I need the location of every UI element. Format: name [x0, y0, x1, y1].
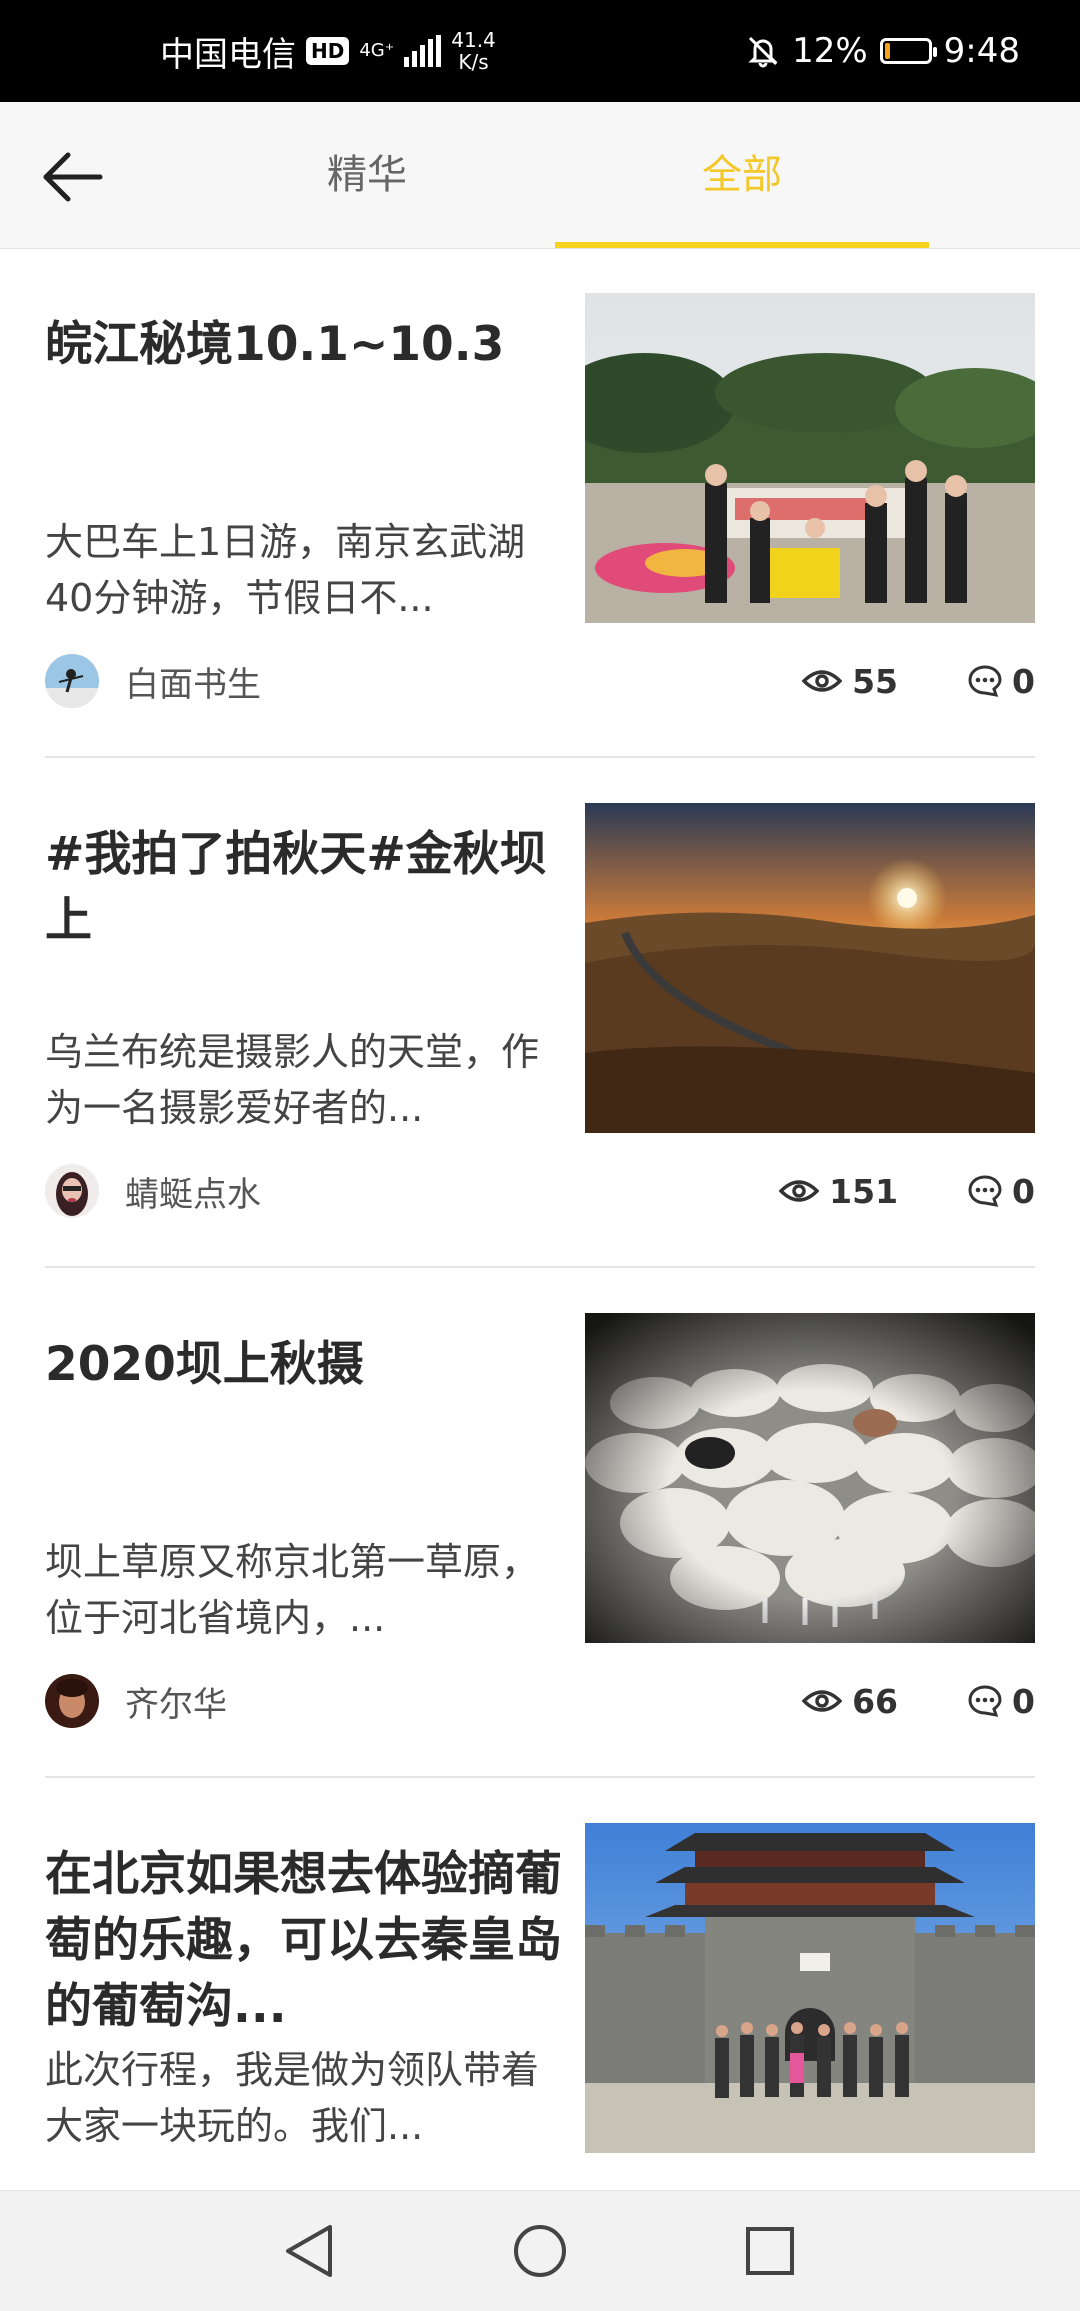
- eye-icon: [802, 670, 843, 692]
- author-row[interactable]: 齐尔华: [45, 1673, 227, 1729]
- post-thumbnail: [585, 803, 1035, 1133]
- post-thumbnail: [585, 293, 1035, 623]
- nav-recents-button[interactable]: [732, 2213, 808, 2289]
- comment-count: 0: [968, 662, 1035, 701]
- battery-icon: [879, 38, 937, 64]
- speed-value: 41.4: [451, 28, 496, 52]
- tab-all[interactable]: 全部: [555, 102, 929, 248]
- tab-featured[interactable]: 精华: [180, 102, 554, 248]
- comment-icon: [968, 1175, 1002, 1207]
- mute-bell-icon: [748, 36, 778, 68]
- status-bar: 中国电信 HD 4G⁺ 41.4 K/s 12% 9:48: [0, 0, 1080, 102]
- post-thumbnail: [585, 1823, 1035, 2153]
- author-name: 齐尔华: [125, 1684, 227, 1725]
- post-card[interactable]: 皖江秘境10.1~10.3 大巴车上1日游，南京玄武湖40分钟游，节假日不...: [45, 248, 1035, 758]
- author-row[interactable]: 白面书生: [45, 653, 261, 709]
- nav-back-button[interactable]: [272, 2213, 348, 2289]
- view-count: 151: [779, 1172, 898, 1211]
- status-left: 中国电信 HD 4G⁺ 41.4 K/s: [160, 0, 496, 102]
- post-card[interactable]: #我拍了拍秋天#金秋坝上 乌兰布统是摄影人的天堂，作为一名摄影爱好者的... 蜻…: [45, 758, 1035, 1268]
- author-row[interactable]: 蜻蜓点水: [45, 1163, 261, 1219]
- battery-percent: 12%: [792, 31, 868, 71]
- avatar[interactable]: [45, 654, 99, 708]
- avatar[interactable]: [45, 1674, 99, 1728]
- post-thumbnail: [585, 1313, 1035, 1643]
- back-arrow-icon: [43, 152, 103, 202]
- comment-count-value: 0: [1012, 1171, 1035, 1211]
- post-summary: 坝上草原又称京北第一草原，位于河北省境内，...: [45, 1540, 540, 1640]
- comment-count: 0: [968, 1682, 1035, 1721]
- post-stats: 55 0: [802, 653, 1035, 709]
- post-title: 皖江秘境10.1~10.3: [45, 317, 505, 372]
- view-count-value: 55: [852, 661, 899, 701]
- network-type: 4G⁺: [359, 40, 395, 61]
- nav-home-button[interactable]: [502, 2213, 578, 2289]
- post-title: 2020坝上秋摄: [45, 1337, 364, 1392]
- top-header: 精华 全部: [0, 102, 1080, 249]
- post-card[interactable]: 在北京如果想去体验摘葡萄的乐趣，可以去秦皇岛的葡萄沟... 此次行程，我是做为领…: [45, 1778, 1035, 2190]
- post-summary: 大巴车上1日游，南京玄武湖40分钟游，节假日不...: [45, 520, 526, 620]
- network-speed: 41.4 K/s: [451, 29, 496, 73]
- eye-icon: [779, 1180, 820, 1202]
- system-nav-bar: [0, 2190, 1080, 2311]
- post-title: #我拍了拍秋天#金秋坝上: [45, 827, 547, 948]
- avatar[interactable]: [45, 1164, 99, 1218]
- comment-count-value: 0: [1012, 661, 1035, 701]
- signal-icon: [404, 35, 442, 67]
- clock: 9:48: [943, 31, 1020, 71]
- hd-badge: HD: [306, 37, 350, 65]
- carrier-name: 中国电信: [160, 34, 296, 75]
- status-right: 12% 9:48: [746, 0, 1020, 102]
- post-title: 在北京如果想去体验摘葡萄的乐趣，可以去秦皇岛的葡萄沟...: [45, 1847, 562, 2034]
- speed-unit: K/s: [458, 50, 489, 74]
- post-summary: 此次行程，我是做为领队带着大家一块玩的。我们...: [45, 2048, 540, 2148]
- post-stats: 66 0: [802, 1673, 1035, 1729]
- post-stats: 151 0: [779, 1163, 1035, 1219]
- post-card[interactable]: 2020坝上秋摄 坝上草原又称京北第一草原，位于河北省境内，... 齐尔华 66…: [45, 1268, 1035, 1778]
- view-count-value: 151: [829, 1171, 899, 1211]
- comment-icon: [968, 1685, 1002, 1717]
- battery-fill: [884, 43, 890, 59]
- post-summary: 乌兰布统是摄影人的天堂，作为一名摄影爱好者的...: [45, 1030, 540, 1130]
- view-count-value: 66: [852, 1681, 899, 1721]
- view-count: 55: [802, 662, 898, 701]
- triangle-back-icon: [286, 2225, 332, 2277]
- author-name: 蜻蜓点水: [125, 1174, 261, 1215]
- author-name: 白面书生: [125, 664, 261, 705]
- eye-icon: [802, 1690, 843, 1712]
- circle-home-icon: [514, 2225, 566, 2277]
- view-count: 66: [802, 1682, 898, 1721]
- square-recents-icon: [746, 2227, 794, 2275]
- back-button[interactable]: [38, 142, 108, 212]
- post-feed[interactable]: 皖江秘境10.1~10.3 大巴车上1日游，南京玄武湖40分钟游，节假日不...: [0, 248, 1080, 2190]
- comment-count-value: 0: [1012, 1681, 1035, 1721]
- comment-count: 0: [968, 1172, 1035, 1211]
- comment-icon: [968, 665, 1002, 697]
